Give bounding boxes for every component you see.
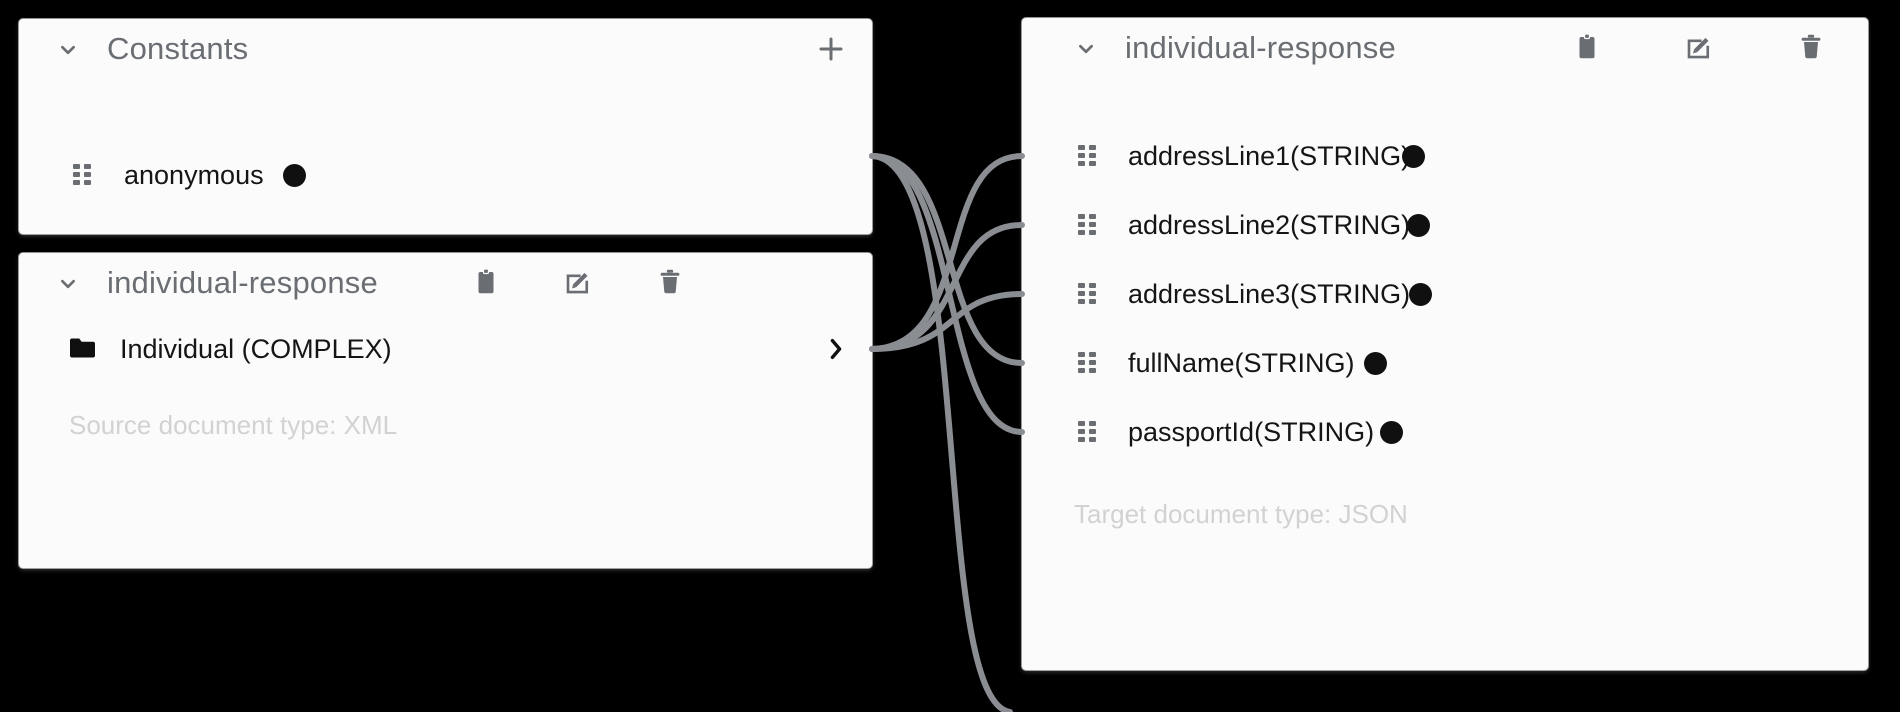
mapping-link (869, 291, 1025, 352)
source-panel-header: individual-response (19, 253, 872, 313)
source-edit-button[interactable] (561, 265, 595, 299)
constants-row-anonymous[interactable]: anonymous (19, 155, 872, 195)
target-panel-actions (1570, 30, 1828, 64)
target-row-label: addressLine1(STRING) (1128, 140, 1411, 171)
mapper-canvas: Constants anonymous individual-response … (0, 0, 1900, 712)
drag-handle-icon[interactable] (1078, 421, 1096, 443)
target-edit-button[interactable] (1682, 30, 1716, 64)
constants-panel-title: Constants (107, 31, 249, 66)
source-document-type-note: Source document type: XML (69, 410, 398, 440)
plus-icon (819, 37, 843, 61)
source-panel-title: individual-response (107, 265, 378, 300)
target-row[interactable]: addressLine3(STRING) (1022, 274, 1868, 314)
drag-handle-icon[interactable] (1078, 145, 1096, 167)
clipboard-icon (478, 268, 494, 294)
constants-panel-header: Constants (19, 19, 872, 79)
constants-row-label: anonymous (124, 159, 264, 190)
field-connector-dot[interactable] (283, 163, 306, 187)
source-row-individual[interactable]: Individual (COMPLEX) (19, 329, 872, 369)
mapping-link (869, 153, 1025, 352)
field-connector-dot[interactable] (1402, 144, 1425, 168)
mapping-link (869, 222, 1025, 352)
target-row[interactable]: addressLine2(STRING) (1022, 205, 1868, 245)
target-panel-title: individual-response (1125, 30, 1396, 65)
mapping-link (869, 153, 1025, 435)
trash-icon (660, 269, 680, 294)
edit-icon (566, 272, 589, 294)
mapping-link (869, 153, 1013, 712)
constants-panel: Constants anonymous (19, 19, 872, 234)
source-panel-actions (469, 265, 687, 299)
trash-icon (1801, 34, 1821, 59)
chevron-down-icon[interactable] (59, 41, 75, 57)
source-delete-button[interactable] (653, 265, 687, 299)
chevron-right-icon[interactable] (828, 337, 844, 366)
target-row[interactable]: passportId(STRING) (1022, 412, 1868, 452)
clipboard-icon (1579, 33, 1595, 59)
target-row[interactable]: fullName(STRING) (1022, 343, 1868, 383)
constants-panel-actions (814, 32, 848, 66)
folder-icon (69, 337, 96, 365)
target-document-panel: individual-response addressLine1(STRING)… (1022, 18, 1868, 670)
edit-icon (1687, 37, 1710, 59)
field-connector-dot[interactable] (1409, 282, 1432, 306)
field-connector-dot[interactable] (1364, 351, 1387, 375)
source-clipboard-button[interactable] (469, 265, 503, 299)
chevron-down-icon[interactable] (1077, 40, 1093, 56)
chevron-down-icon[interactable] (59, 275, 75, 291)
source-row-label: Individual (COMPLEX) (120, 333, 392, 364)
target-panel-header: individual-response (1022, 18, 1868, 78)
drag-handle-icon[interactable] (1078, 214, 1096, 236)
target-document-type-note: Target document type: JSON (1074, 499, 1408, 529)
target-row-label: addressLine3(STRING) (1128, 278, 1411, 309)
drag-handle-icon[interactable] (1078, 352, 1096, 374)
add-constant-button[interactable] (814, 32, 848, 66)
target-row-label: passportId(STRING) (1128, 416, 1375, 447)
target-row[interactable]: addressLine1(STRING) (1022, 136, 1868, 176)
drag-handle-icon[interactable] (1078, 283, 1096, 305)
source-document-panel: individual-response Individual (COMPLEX)… (19, 253, 872, 568)
target-row-label: fullName(STRING) (1128, 347, 1355, 378)
target-clipboard-button[interactable] (1570, 30, 1604, 64)
mapping-link (869, 153, 1025, 366)
field-connector-dot[interactable] (1407, 213, 1430, 237)
drag-handle-icon[interactable] (73, 164, 91, 186)
target-delete-button[interactable] (1794, 30, 1828, 64)
field-connector-dot[interactable] (1380, 420, 1403, 444)
target-row-label: addressLine2(STRING) (1128, 209, 1411, 240)
